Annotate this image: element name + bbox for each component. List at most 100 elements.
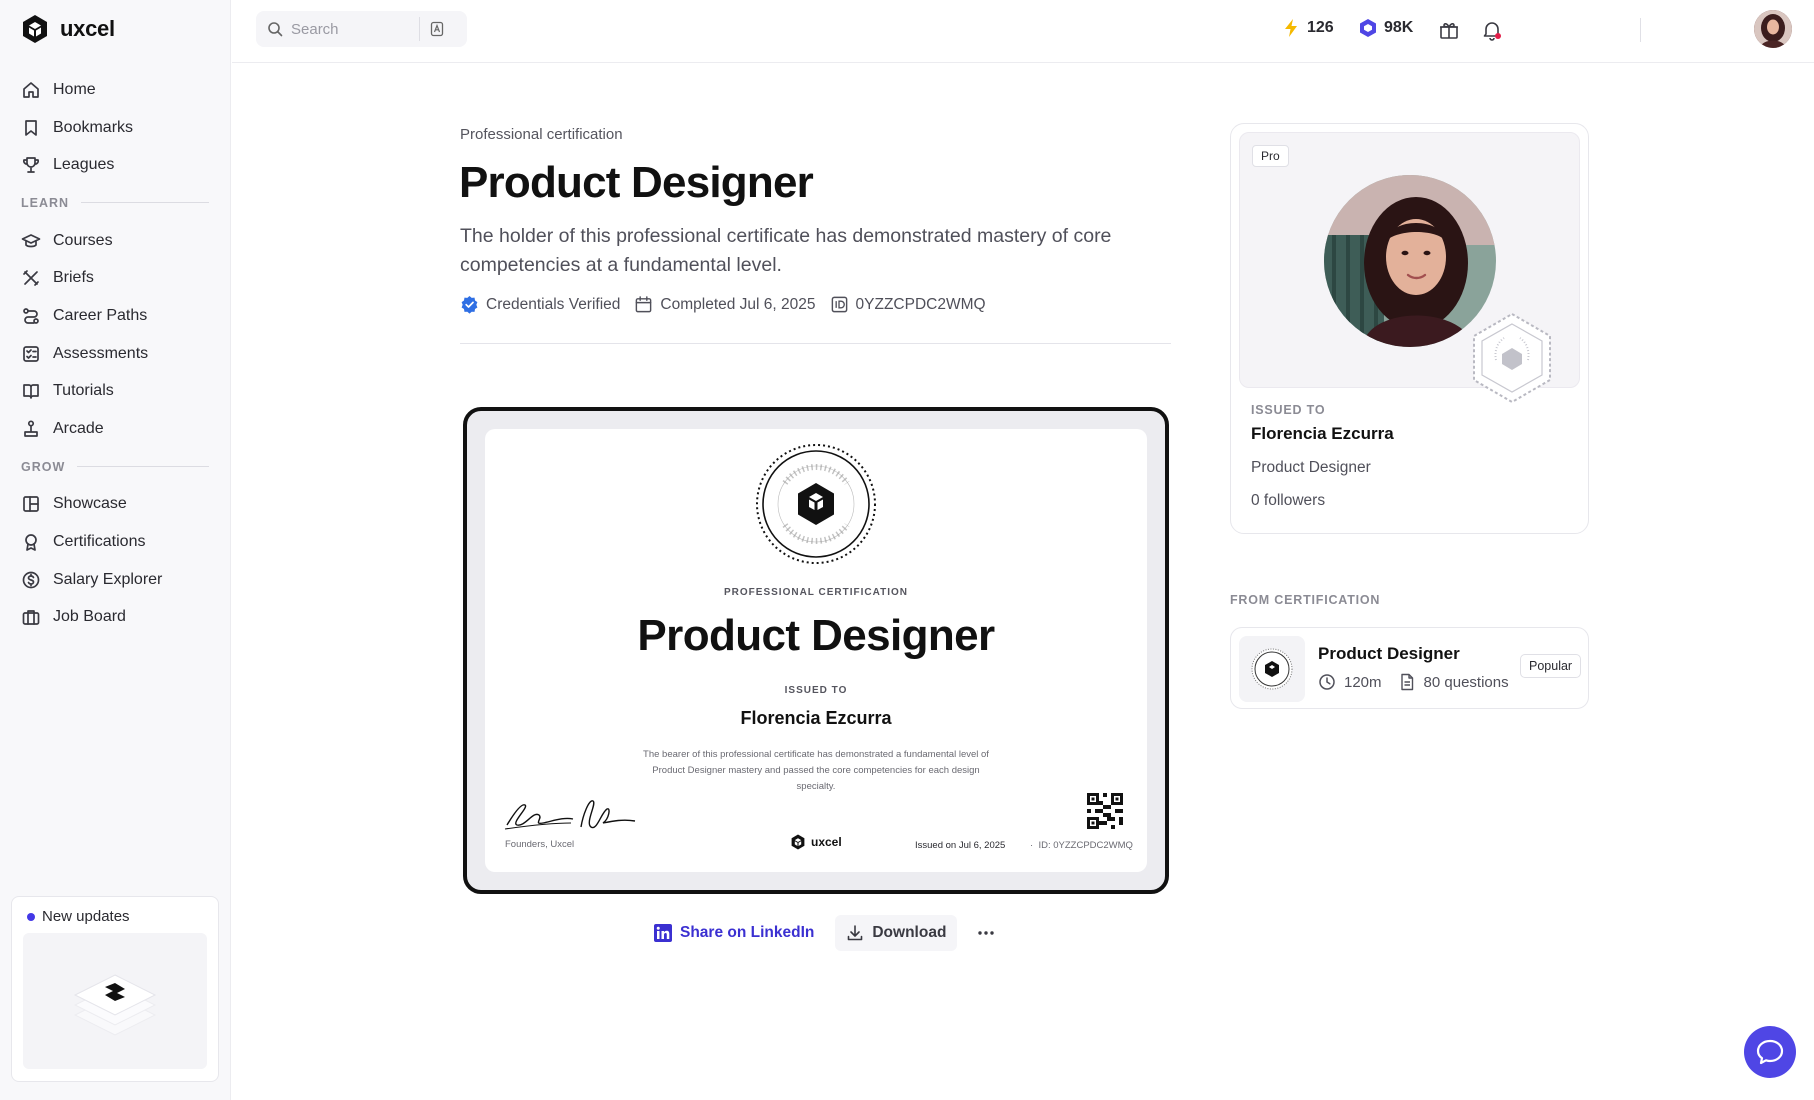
certification-seal-icon	[1251, 648, 1293, 690]
credentials-verified: Credentials Verified	[460, 295, 620, 314]
keyboard-shortcut-icon[interactable]	[429, 21, 445, 37]
credential-id[interactable]: 0YZZCPDC2WMQ	[830, 295, 986, 314]
recipient-role: Product Designer	[1251, 459, 1371, 476]
pro-badge: Pro	[1252, 145, 1289, 167]
recipient-followers: 0 followers	[1251, 492, 1326, 509]
credential-id-text: 0YZZCPDC2WMQ	[855, 295, 986, 313]
download-button[interactable]: Download	[835, 915, 958, 951]
sidebar-item-label: Arcade	[53, 420, 104, 438]
bell-icon[interactable]	[1480, 18, 1504, 42]
certification-meta: 120m 80 questions	[1318, 673, 1509, 691]
search-box[interactable]	[256, 11, 467, 47]
xp-value: 98K	[1384, 19, 1414, 36]
new-updates-card[interactable]: New updates	[11, 896, 219, 1082]
xp-counter[interactable]: 98K	[1359, 18, 1413, 38]
linkedin-icon	[654, 924, 672, 942]
completed-text: Completed Jul 6, 2025	[660, 295, 816, 313]
sidebar-item-courses[interactable]: Courses	[0, 222, 231, 260]
uxcel-logo-icon	[23, 15, 47, 43]
chat-bubble-icon	[1756, 1039, 1784, 1065]
user-avatar[interactable]	[1754, 10, 1792, 48]
sidebar-item-career-paths[interactable]: Career Paths	[0, 297, 231, 335]
updates-illustration	[23, 933, 207, 1069]
share-linkedin-button[interactable]: Share on LinkedIn	[653, 915, 815, 951]
completed-date: Completed Jul 6, 2025	[634, 295, 816, 314]
certificate-brand-name: uxcel	[811, 835, 842, 849]
from-certification-label: FROM CERTIFICATION	[1230, 593, 1381, 607]
recipient-card[interactable]: Pro ISSUED TO Florencia Ezcurra Product …	[1230, 123, 1589, 534]
sidebar-item-label: Salary Explorer	[53, 570, 163, 588]
clock-icon	[1319, 674, 1335, 690]
certificate-actions: Share on LinkedIn Download	[653, 915, 1003, 951]
sidebar-item-home[interactable]: Home	[0, 71, 231, 109]
certificate-founders: Founders, Uxcel	[505, 839, 575, 850]
sidebar-item-showcase[interactable]: Showcase	[0, 486, 231, 524]
streak-counter[interactable]: 126	[1282, 18, 1334, 38]
briefcase-icon	[22, 610, 40, 626]
section-divider	[81, 202, 209, 204]
recipient-name[interactable]: Florencia Ezcurra	[1251, 424, 1394, 444]
certificate-eyebrow: PROFESSIONAL CERTIFICATION	[724, 587, 908, 598]
certificate-brand: uxcel	[790, 834, 842, 850]
brand[interactable]: uxcel	[20, 12, 115, 46]
new-updates-title: New updates	[27, 908, 130, 925]
certificate-issued-to-label: ISSUED TO	[784, 685, 848, 696]
path-icon	[23, 308, 39, 324]
founders-signature	[504, 800, 636, 830]
chat-support-button[interactable]	[1744, 1026, 1796, 1078]
streak-value: 126	[1307, 19, 1334, 36]
sidebar-item-leagues[interactable]: Leagues	[0, 146, 231, 184]
sidebar-item-label: Certifications	[53, 533, 146, 551]
certification-questions: 80 questions	[1423, 673, 1509, 691]
certified-badge-icon	[1473, 312, 1551, 404]
page-eyebrow: Professional certification	[460, 126, 623, 143]
bookmark-icon	[25, 119, 37, 136]
sidebar-item-label: Career Paths	[53, 306, 148, 324]
lightning-icon	[1285, 19, 1297, 37]
certificate-issued-date: Issued on Jul 6, 2025	[915, 840, 1006, 851]
new-updates-label: New updates	[42, 908, 130, 925]
more-horizontal-icon	[978, 931, 995, 935]
book-open-icon	[23, 384, 39, 400]
sidebar-item-arcade[interactable]: Arcade	[0, 410, 231, 448]
calendar-icon	[636, 296, 652, 313]
sidebar-item-label: Briefs	[53, 269, 94, 287]
issued-to-label: ISSUED TO	[1251, 403, 1326, 417]
more-options-button[interactable]	[969, 915, 1003, 951]
brand-name: uxcel	[60, 16, 115, 41]
certification-card[interactable]: Product Designer 120m 80 questions Popul…	[1230, 627, 1589, 709]
sidebar-item-salary-explorer[interactable]: Salary Explorer	[0, 561, 231, 599]
search-input[interactable]	[291, 20, 411, 38]
sidebar-item-tutorials[interactable]: Tutorials	[0, 373, 231, 411]
sidebar-item-certifications[interactable]: Certifications	[0, 523, 231, 561]
share-linkedin-label: Share on LinkedIn	[680, 924, 815, 941]
dollar-circle-icon	[22, 571, 40, 589]
certificate-recipient-name: Florencia Ezcurra	[740, 708, 892, 728]
section-label: LEARN	[21, 195, 70, 210]
update-dot-icon	[27, 912, 35, 921]
content-divider	[460, 343, 1171, 344]
sidebar-item-job-board[interactable]: Job Board	[0, 599, 231, 637]
award-icon	[25, 534, 37, 551]
sidebar-item-label: Home	[53, 80, 96, 98]
sidebar-nav: Home Bookmarks Leagues LEARN Courses Bri…	[0, 71, 231, 636]
sidebar-item-assessments[interactable]: Assessments	[0, 335, 231, 373]
trophy-icon	[22, 157, 40, 174]
popular-badge: Popular	[1520, 654, 1582, 678]
certificate-frame[interactable]: PROFESSIONAL CERTIFICATION Product Desig…	[463, 407, 1169, 894]
certificate-title: Product Designer	[637, 611, 995, 660]
sidebar-item-label: Assessments	[53, 344, 149, 362]
sidebar-item-briefs[interactable]: Briefs	[0, 259, 231, 297]
sidebar-item-bookmarks[interactable]: Bookmarks	[0, 109, 231, 147]
certification-duration: 120m	[1344, 673, 1382, 691]
gift-icon[interactable]	[1437, 18, 1461, 42]
certificate-id: · ID: 0YZZCPDC2WMQ	[1030, 840, 1133, 851]
section-label: GROW	[21, 459, 66, 474]
credential-meta: Credentials Verified Completed Jul 6, 20…	[460, 295, 1000, 314]
hexagon-gem-icon	[1360, 19, 1376, 37]
sidebar: uxcel Home Bookmarks Leagues LEARN Cours…	[0, 0, 231, 1100]
search-divider	[419, 17, 420, 41]
home-icon	[23, 81, 39, 98]
certificate-id-value: ID: 0YZZCPDC2WMQ	[1038, 840, 1133, 851]
certificate-body-text: The bearer of this professional certific…	[643, 749, 989, 792]
